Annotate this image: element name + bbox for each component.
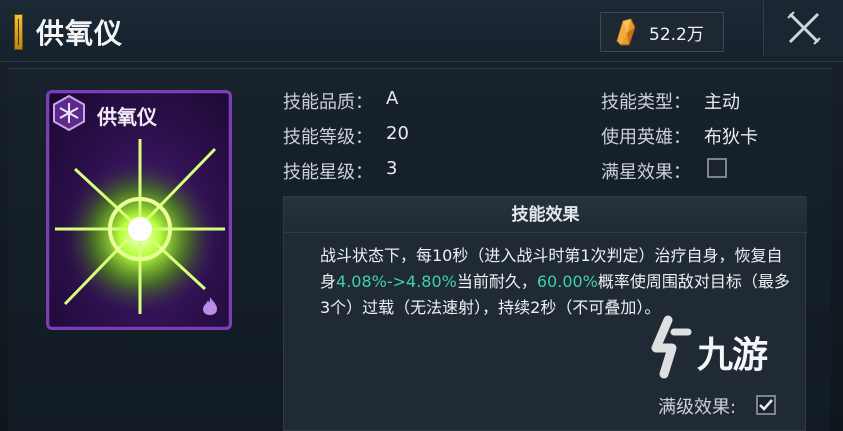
- type-label: 技能类型：: [601, 92, 691, 113]
- skill-art-burst: [55, 139, 225, 314]
- effect-description: 战斗状态下，每10秒（进入战斗时第1次判定）治疗自身，恢复自身4.08%->4.…: [320, 243, 790, 321]
- type-value: 主动: [704, 92, 740, 113]
- quality-value: A: [386, 88, 399, 109]
- crystal-icon: [616, 18, 636, 46]
- close-button[interactable]: [763, 0, 843, 56]
- skill-card: 供氧仪: [46, 90, 232, 330]
- close-icon: [786, 11, 821, 45]
- card-name: 供氧仪: [97, 105, 157, 129]
- watermark-text: 九游: [697, 335, 768, 376]
- effect-text-part-2: 当前耐久，: [456, 272, 537, 291]
- skill-detail-window: 供氧仪 52.2万 供氧仪 技能品质： A 技能等级： 20 技能星级： 3 技…: [0, 0, 843, 431]
- header-bar: 供氧仪 52.2万: [0, 0, 843, 62]
- star-value: 3: [386, 158, 398, 179]
- currency-value: 52.2万: [649, 24, 704, 45]
- fullstar-checkbox[interactable]: [707, 158, 727, 178]
- fullstar-label: 满星效果：: [601, 162, 691, 183]
- level-label: 技能等级：: [283, 127, 373, 148]
- hero-value: 布狄卡: [704, 127, 758, 148]
- effect-highlight-heal: 4.08%->4.80%: [336, 272, 457, 291]
- currency-display: 52.2万: [600, 12, 724, 52]
- quality-label: 技能品质：: [283, 92, 373, 113]
- max-level-label: 满级效果:: [658, 397, 737, 418]
- skill-category-icon: [53, 95, 85, 131]
- hero-label: 使用英雄：: [601, 127, 691, 148]
- title-accent-bar: [14, 14, 23, 50]
- flame-icon: [203, 297, 217, 315]
- level-value: 20: [386, 123, 409, 144]
- page-title: 供氧仪: [36, 17, 124, 50]
- effect-highlight-chance: 60.00%: [536, 272, 598, 291]
- max-level-checkbox[interactable]: [756, 395, 776, 415]
- checkmark-icon: [759, 399, 773, 411]
- effect-title: 技能效果: [284, 197, 807, 233]
- star-label: 技能星级：: [283, 162, 373, 183]
